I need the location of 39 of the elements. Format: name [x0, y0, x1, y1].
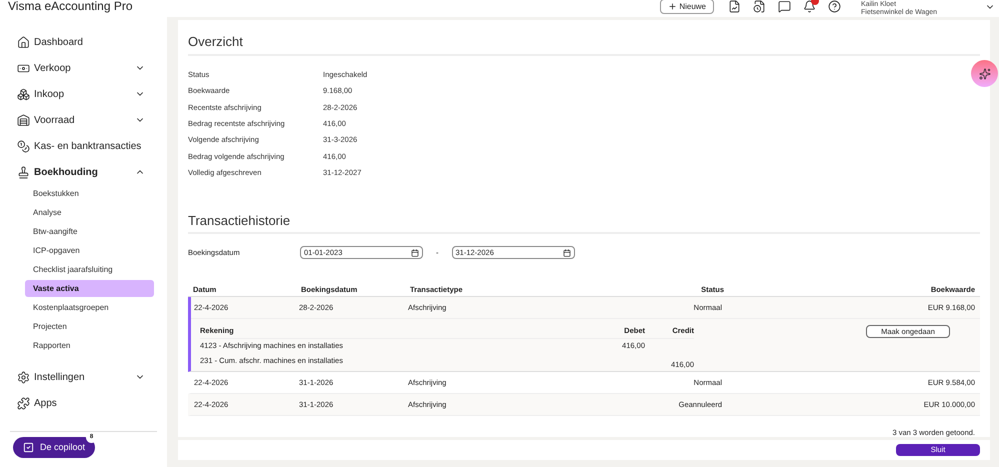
calendar-icon[interactable] [562, 248, 570, 257]
coins-icon [17, 140, 30, 152]
chat-icon[interactable] [778, 0, 791, 13]
document-clock-icon[interactable] [753, 0, 766, 13]
new-button[interactable]: Nieuwe [660, 0, 714, 14]
sparkles-icon [978, 68, 990, 80]
plus-icon [668, 2, 678, 11]
sidebar-item[interactable]: Kas- en banktransacties [0, 133, 167, 159]
sidebar-item[interactable]: Voorraad [0, 107, 167, 133]
help-icon[interactable] [828, 0, 841, 13]
section-title: Transactiehistorie [188, 210, 980, 234]
sidebar-subitem[interactable]: Projecten [25, 318, 154, 335]
sidebar-item[interactable]: Boekhouding [0, 159, 167, 185]
sidebar-item[interactable]: Verkoop [0, 55, 167, 81]
sidebar-subitem[interactable]: Btw-aangifte [25, 223, 154, 240]
sidebar-subitem[interactable]: Checklist jaarafsluiting [25, 261, 154, 278]
sidebar-item[interactable]: Inkoop [0, 81, 167, 107]
sidebar-subitem[interactable]: Boekstukken [25, 185, 154, 202]
checkbox-icon [23, 442, 34, 453]
sidebar-item[interactable]: Dashboard [0, 29, 167, 55]
sidebar-item[interactable]: Apps [0, 390, 167, 416]
puzzle-icon [17, 396, 30, 410]
app-title: Visma eAccounting Pro [8, 0, 134, 12]
stamp-icon [17, 166, 30, 178]
sidebar-subitem[interactable]: Analyse [25, 204, 154, 221]
calendar-icon[interactable] [411, 248, 419, 257]
sidebar-subitem[interactable]: ICP-opgaven [25, 242, 154, 259]
notifications-button[interactable] [803, 0, 816, 13]
boxes-icon [17, 88, 30, 100]
warehouse-icon [17, 114, 30, 126]
bell-icon [803, 0, 816, 13]
sidebar-subitem[interactable]: Vaste activa [25, 280, 154, 297]
sidebar-subitem[interactable]: Kostenplaatsgroepen [25, 299, 154, 316]
chart-document-icon[interactable] [728, 0, 741, 13]
sidebar-item[interactable]: Instellingen [0, 364, 167, 390]
house-icon [17, 36, 30, 48]
settings-icon [17, 370, 30, 384]
section-title: Overzicht [188, 32, 980, 56]
sidebar-subitem[interactable]: Rapporten [25, 337, 154, 354]
